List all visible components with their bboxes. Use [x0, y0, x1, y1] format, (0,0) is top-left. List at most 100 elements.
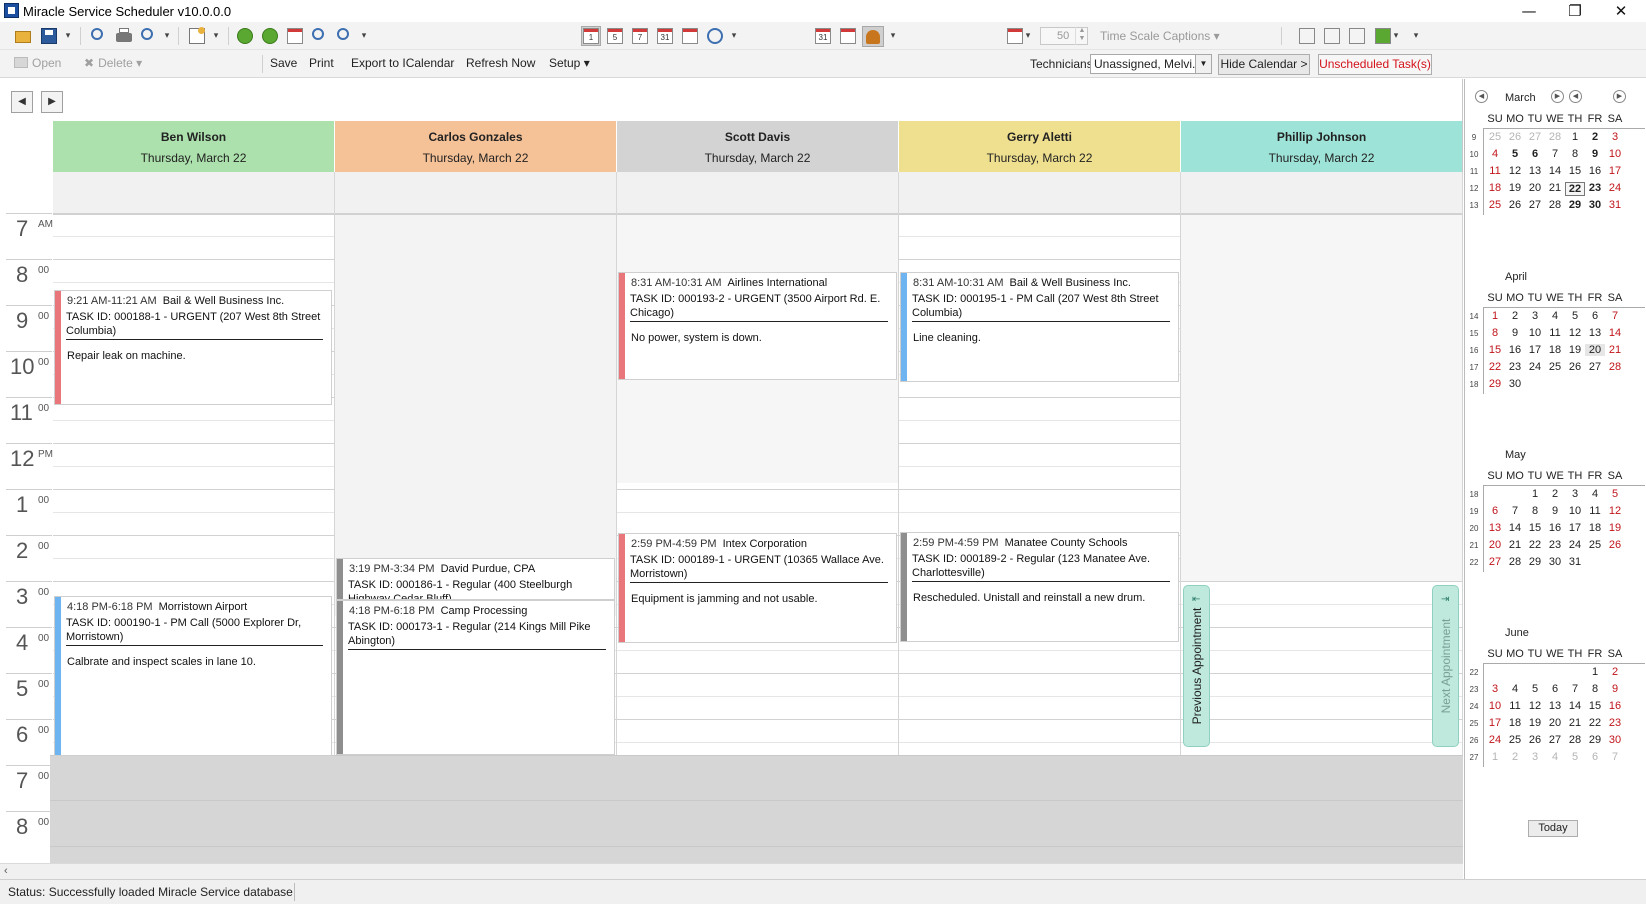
refresh-now-button[interactable]: Refresh Now	[466, 56, 535, 70]
month-view-icon[interactable]: 31	[656, 27, 674, 45]
chevron-down-icon[interactable]: ▼	[1195, 54, 1212, 74]
new-item-icon[interactable]	[188, 27, 206, 45]
calendar-day[interactable]: 13	[1545, 700, 1565, 712]
calendar-day[interactable]: 3	[1605, 131, 1625, 143]
calendar-day[interactable]: 30	[1505, 378, 1525, 390]
calendar-day[interactable]: 9	[1505, 327, 1525, 339]
time-slot[interactable]	[53, 466, 334, 489]
calendar-day[interactable]: 8	[1525, 505, 1545, 517]
time-slot[interactable]	[617, 696, 898, 719]
calendar-day[interactable]: 12	[1525, 700, 1545, 712]
calendar-day[interactable]: 10	[1525, 327, 1545, 339]
calendar-day[interactable]: 18	[1505, 717, 1525, 729]
calendar-day[interactable]: 20	[1585, 344, 1605, 356]
calendar-day[interactable]: 5	[1565, 310, 1585, 322]
calendar-day[interactable]: 8	[1485, 327, 1505, 339]
calendar-day[interactable]: 6	[1545, 683, 1565, 695]
list-layout-icon[interactable]	[1348, 27, 1366, 45]
today-button[interactable]: Today	[1528, 820, 1578, 837]
calendar-day[interactable]: 11	[1505, 700, 1525, 712]
calendar-day[interactable]: 4	[1485, 148, 1505, 160]
calendar-day[interactable]: 6	[1585, 751, 1605, 763]
calendar-day[interactable]: 30	[1545, 556, 1565, 568]
calendar-day[interactable]: 11	[1585, 505, 1605, 517]
calendar-day[interactable]: 14	[1605, 327, 1625, 339]
calendar-day[interactable]: 26	[1525, 734, 1545, 746]
next-period-button[interactable]: ▶	[41, 91, 63, 113]
calendar-day[interactable]: 26	[1565, 361, 1585, 373]
calendar-day[interactable]: 7	[1505, 505, 1525, 517]
open-folder-icon[interactable]	[14, 27, 32, 45]
time-slot[interactable]	[1181, 627, 1462, 650]
calendar-day[interactable]: 11	[1485, 165, 1505, 177]
calendar-day[interactable]: 31	[1605, 199, 1625, 211]
zoom-out-icon[interactable]	[336, 27, 354, 45]
calendar-day[interactable]: 16	[1585, 165, 1605, 177]
calendar-day[interactable]: 6	[1485, 505, 1505, 517]
calendar-day[interactable]: 16	[1505, 344, 1525, 356]
time-slot[interactable]	[1181, 673, 1462, 696]
appointment-card[interactable]: 4:18 PM-6:18 PM Camp Processing TASK ID: …	[336, 600, 615, 755]
calendar-day[interactable]: 29	[1585, 734, 1605, 746]
time-slot[interactable]	[1181, 696, 1462, 719]
calendar-day[interactable]: 8	[1565, 148, 1585, 160]
calendar-day[interactable]: 4	[1545, 751, 1565, 763]
calendar-day[interactable]: 22	[1585, 717, 1605, 729]
appointment-card[interactable]: 2:59 PM-4:59 PM Manatee County Schools TA…	[900, 532, 1179, 642]
calendar-day[interactable]: 2	[1585, 131, 1605, 143]
technicians-select[interactable]: Unassigned, Melvi...	[1090, 54, 1212, 74]
time-slot[interactable]	[53, 236, 334, 259]
time-slot[interactable]	[53, 512, 334, 535]
calendar-day[interactable]: 14	[1565, 700, 1585, 712]
clock-view-icon[interactable]	[706, 27, 724, 45]
calendar-day[interactable]: 16	[1605, 700, 1625, 712]
calendar-day[interactable]: 20	[1545, 717, 1565, 729]
hide-calendar-button[interactable]: Hide Calendar >	[1218, 54, 1310, 75]
calendar-day[interactable]: 12	[1565, 327, 1585, 339]
calendar-day[interactable]: 3	[1525, 751, 1545, 763]
calendar-day[interactable]: 23	[1585, 182, 1605, 194]
minimize-button[interactable]: —	[1506, 0, 1552, 22]
calendar-day[interactable]: 28	[1545, 199, 1565, 211]
resource-header[interactable]: Scott Davis Thursday, March 22	[617, 121, 898, 172]
calendar-day[interactable]: 22	[1525, 539, 1545, 551]
calendar-day[interactable]: 13	[1525, 165, 1545, 177]
calendar-day[interactable]: 1	[1565, 131, 1585, 143]
zoom-spinner[interactable]: ▲ ▼	[1075, 27, 1088, 45]
calendar-day[interactable]: 18	[1585, 522, 1605, 534]
time-slot[interactable]	[617, 719, 898, 742]
time-slot[interactable]	[53, 558, 334, 581]
calendar-day[interactable]: 23	[1605, 717, 1625, 729]
previous-period-button[interactable]: ◀	[11, 91, 33, 113]
horizontal-scrollbar[interactable]: ‹	[0, 863, 1463, 879]
time-slot[interactable]	[617, 673, 898, 696]
time-slot[interactable]	[899, 489, 1180, 512]
time-slot[interactable]	[1181, 604, 1462, 627]
calendar-day[interactable]: 26	[1505, 131, 1525, 143]
time-slot[interactable]	[53, 535, 334, 558]
calendar-day[interactable]: 21	[1505, 539, 1525, 551]
appointment-card[interactable]: 3:19 PM-3:34 PM David Purdue, CPA TASK ID…	[336, 558, 615, 600]
next-month-icon[interactable]: ▶	[1551, 90, 1564, 103]
calendar-day[interactable]: 25	[1505, 734, 1525, 746]
calendar-day[interactable]: 15	[1585, 700, 1605, 712]
calendar-day[interactable]: 20	[1525, 182, 1545, 194]
time-slot[interactable]	[1181, 581, 1462, 604]
calendar-day[interactable]: 28	[1565, 734, 1585, 746]
calendar-day[interactable]: 2	[1545, 488, 1565, 500]
calendar-day[interactable]: 25	[1485, 199, 1505, 211]
print-dropdown-icon[interactable]: ▾	[163, 30, 171, 40]
forward-icon[interactable]	[261, 27, 279, 45]
calendar-day[interactable]: 20	[1485, 539, 1505, 551]
calendar-day[interactable]: 14	[1505, 522, 1525, 534]
calendar-day[interactable]: 7	[1605, 310, 1625, 322]
calendar-day[interactable]: 5	[1565, 751, 1585, 763]
group-by-resource-icon[interactable]	[862, 26, 884, 47]
day-view-icon[interactable]: 1	[581, 26, 601, 46]
save-dropdown-icon[interactable]: ▾	[64, 30, 72, 40]
calendar-day[interactable]: 21	[1545, 182, 1565, 194]
calendar-day[interactable]: 1	[1485, 751, 1505, 763]
back-icon[interactable]	[236, 27, 254, 45]
calendar-day[interactable]: 12	[1505, 165, 1525, 177]
scroll-left-icon[interactable]: ‹	[4, 865, 8, 877]
